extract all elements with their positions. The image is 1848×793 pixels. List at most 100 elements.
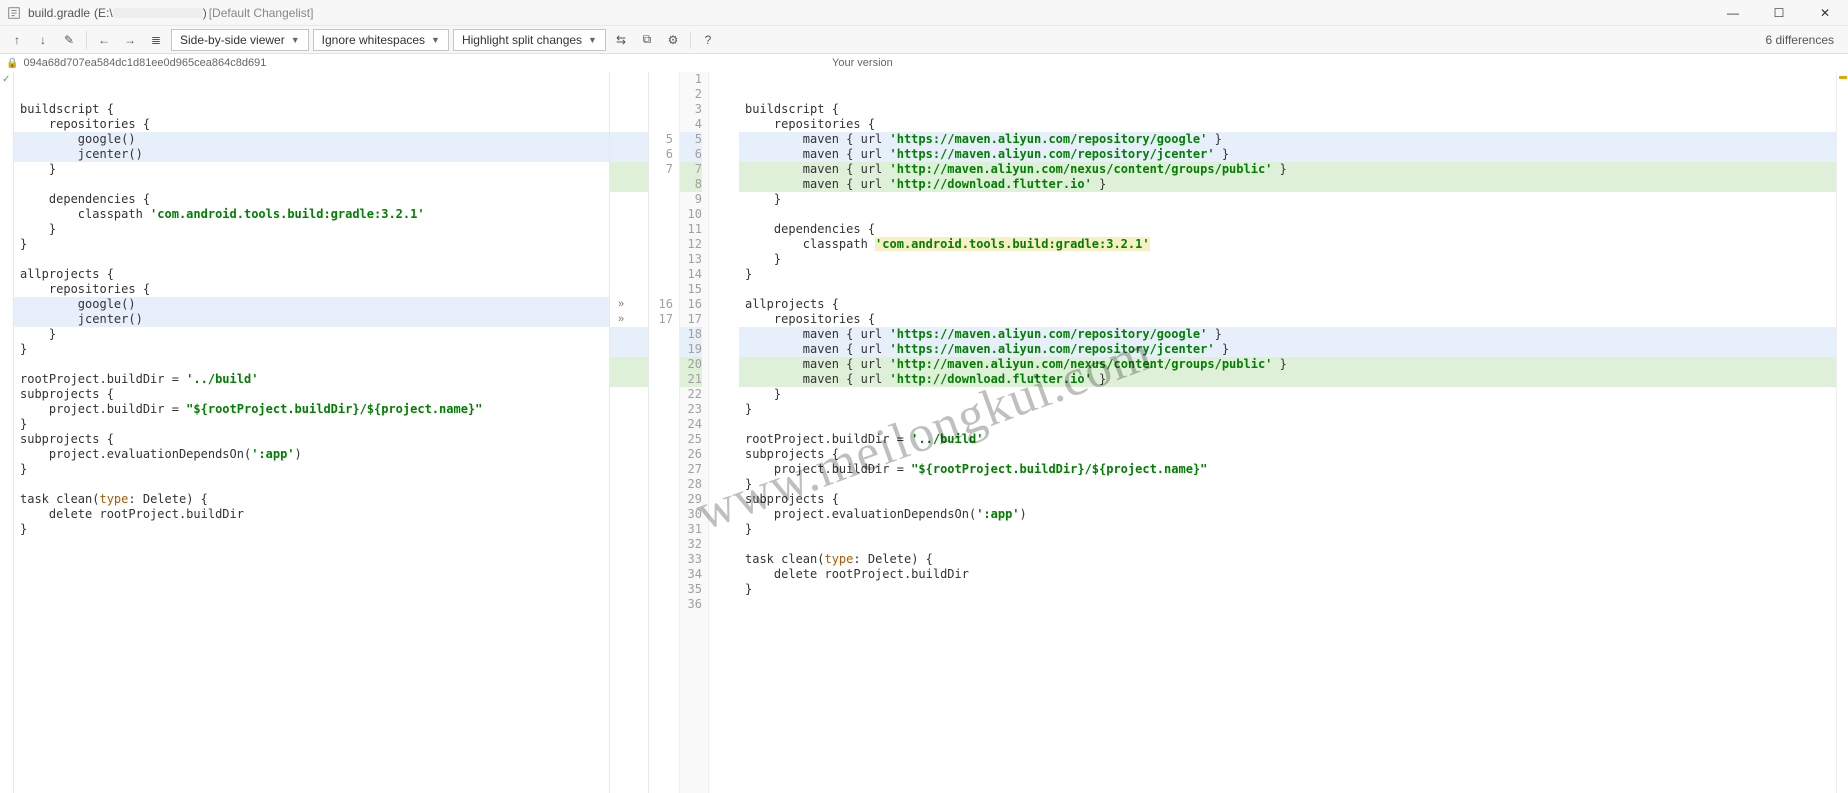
code-line[interactable]: [14, 252, 609, 267]
minimize-button[interactable]: —: [1710, 0, 1756, 26]
left-code-pane[interactable]: buildscript { repositories { google() jc…: [14, 72, 609, 793]
code-line[interactable]: [14, 537, 609, 552]
code-line[interactable]: delete rootProject.buildDir: [14, 507, 609, 522]
code-line[interactable]: jcenter(): [14, 312, 609, 327]
code-line[interactable]: [739, 417, 1848, 432]
code-line[interactable]: repositories {: [739, 312, 1848, 327]
line-number: 17: [649, 312, 673, 327]
highlight-combobox[interactable]: Highlight split changes ▼: [453, 29, 606, 51]
code-line[interactable]: [14, 177, 609, 192]
code-line[interactable]: rootProject.buildDir = '../build': [14, 372, 609, 387]
code-line[interactable]: [14, 357, 609, 372]
code-line[interactable]: [739, 207, 1848, 222]
line-number: 35: [680, 582, 702, 597]
code-line[interactable]: google(): [14, 297, 609, 312]
code-line[interactable]: maven { url 'https://maven.aliyun.com/re…: [739, 132, 1848, 147]
code-line[interactable]: subprojects {: [14, 387, 609, 402]
jump-to-source-button[interactable]: ≣: [145, 29, 167, 51]
apply-diff-arrow[interactable]: »: [618, 298, 624, 310]
code-line[interactable]: project.evaluationDependsOn(':app'): [14, 447, 609, 462]
code-line[interactable]: dependencies {: [739, 222, 1848, 237]
warning-mark[interactable]: [1839, 76, 1847, 79]
code-line[interactable]: }: [739, 252, 1848, 267]
code-line[interactable]: repositories {: [14, 117, 609, 132]
viewer-mode-combobox[interactable]: Side-by-side viewer ▼: [171, 29, 309, 51]
code-line[interactable]: }: [14, 162, 609, 177]
code-line[interactable]: task clean(type: Delete) {: [739, 552, 1848, 567]
prev-diff-button[interactable]: ↑: [6, 29, 28, 51]
code-line[interactable]: rootProject.buildDir = '../build': [739, 432, 1848, 447]
line-number: [649, 357, 673, 372]
edit-source-button[interactable]: ✎: [58, 29, 80, 51]
nav-back-button[interactable]: ←: [93, 29, 115, 51]
code-line[interactable]: }: [14, 522, 609, 537]
code-line[interactable]: }: [739, 477, 1848, 492]
next-diff-button[interactable]: ↓: [32, 29, 54, 51]
code-line[interactable]: maven { url 'http://maven.aliyun.com/nex…: [739, 162, 1848, 177]
code-line[interactable]: buildscript {: [739, 102, 1848, 117]
line-number: [649, 417, 673, 432]
code-line[interactable]: }: [14, 462, 609, 477]
diff-count-label: 6 differences: [1766, 33, 1843, 47]
error-stripe[interactable]: [1836, 72, 1848, 793]
code-line[interactable]: }: [14, 327, 609, 342]
code-line[interactable]: delete rootProject.buildDir: [739, 567, 1848, 582]
code-line[interactable]: }: [739, 582, 1848, 597]
code-line[interactable]: }: [14, 417, 609, 432]
left-marker-strip: ✓: [0, 72, 14, 793]
code-line[interactable]: subprojects {: [739, 447, 1848, 462]
code-line[interactable]: }: [14, 237, 609, 252]
line-number: 1: [680, 72, 702, 87]
code-line[interactable]: }: [739, 267, 1848, 282]
code-line[interactable]: [739, 282, 1848, 297]
code-line[interactable]: maven { url 'http://maven.aliyun.com/nex…: [739, 357, 1848, 372]
code-line[interactable]: repositories {: [14, 282, 609, 297]
code-line[interactable]: [739, 72, 1848, 87]
code-line[interactable]: [14, 87, 609, 102]
whitespace-combobox[interactable]: Ignore whitespaces ▼: [313, 29, 449, 51]
close-button[interactable]: ✕: [1802, 0, 1848, 26]
maximize-button[interactable]: ☐: [1756, 0, 1802, 26]
code-line[interactable]: maven { url 'https://maven.aliyun.com/re…: [739, 327, 1848, 342]
code-line[interactable]: subprojects {: [14, 432, 609, 447]
code-line[interactable]: [14, 477, 609, 492]
code-line[interactable]: maven { url 'https://maven.aliyun.com/re…: [739, 342, 1848, 357]
settings-button[interactable]: ⚙: [662, 29, 684, 51]
code-line[interactable]: allprojects {: [739, 297, 1848, 312]
line-number: 10: [680, 207, 702, 222]
code-line[interactable]: project.evaluationDependsOn(':app'): [739, 507, 1848, 522]
code-line[interactable]: buildscript {: [14, 102, 609, 117]
code-line[interactable]: repositories {: [739, 117, 1848, 132]
code-line[interactable]: }: [14, 342, 609, 357]
code-line[interactable]: }: [739, 402, 1848, 417]
code-line[interactable]: task clean(type: Delete) {: [14, 492, 609, 507]
code-line[interactable]: classpath 'com.android.tools.build:gradl…: [739, 237, 1848, 252]
code-line[interactable]: }: [14, 222, 609, 237]
code-line[interactable]: project.buildDir = "${rootProject.buildD…: [739, 462, 1848, 477]
code-line[interactable]: }: [739, 192, 1848, 207]
apply-diff-arrow[interactable]: »: [618, 313, 624, 325]
line-number: 23: [680, 402, 702, 417]
help-button[interactable]: ?: [697, 29, 719, 51]
code-line[interactable]: allprojects {: [14, 267, 609, 282]
whitespace-label: Ignore whitespaces: [322, 33, 425, 47]
code-line[interactable]: }: [739, 387, 1848, 402]
code-line[interactable]: [14, 72, 609, 87]
code-line[interactable]: [739, 597, 1848, 612]
code-line[interactable]: maven { url 'http://download.flutter.io'…: [739, 372, 1848, 387]
collapse-unchanged-button[interactable]: ⇆: [610, 29, 632, 51]
code-line[interactable]: jcenter(): [14, 147, 609, 162]
code-line[interactable]: dependencies {: [14, 192, 609, 207]
code-line[interactable]: maven { url 'http://download.flutter.io'…: [739, 177, 1848, 192]
code-line[interactable]: [739, 537, 1848, 552]
code-line[interactable]: project.buildDir = "${rootProject.buildD…: [14, 402, 609, 417]
nav-forward-button[interactable]: →: [119, 29, 141, 51]
code-line[interactable]: }: [739, 522, 1848, 537]
code-line[interactable]: classpath 'com.android.tools.build:gradl…: [14, 207, 609, 222]
code-line[interactable]: google(): [14, 132, 609, 147]
code-line[interactable]: subprojects {: [739, 492, 1848, 507]
code-line[interactable]: [739, 87, 1848, 102]
code-line[interactable]: maven { url 'https://maven.aliyun.com/re…: [739, 147, 1848, 162]
right-code-pane[interactable]: buildscript { repositories { maven { url…: [739, 72, 1848, 793]
sync-scroll-button[interactable]: ⧉: [636, 29, 658, 51]
